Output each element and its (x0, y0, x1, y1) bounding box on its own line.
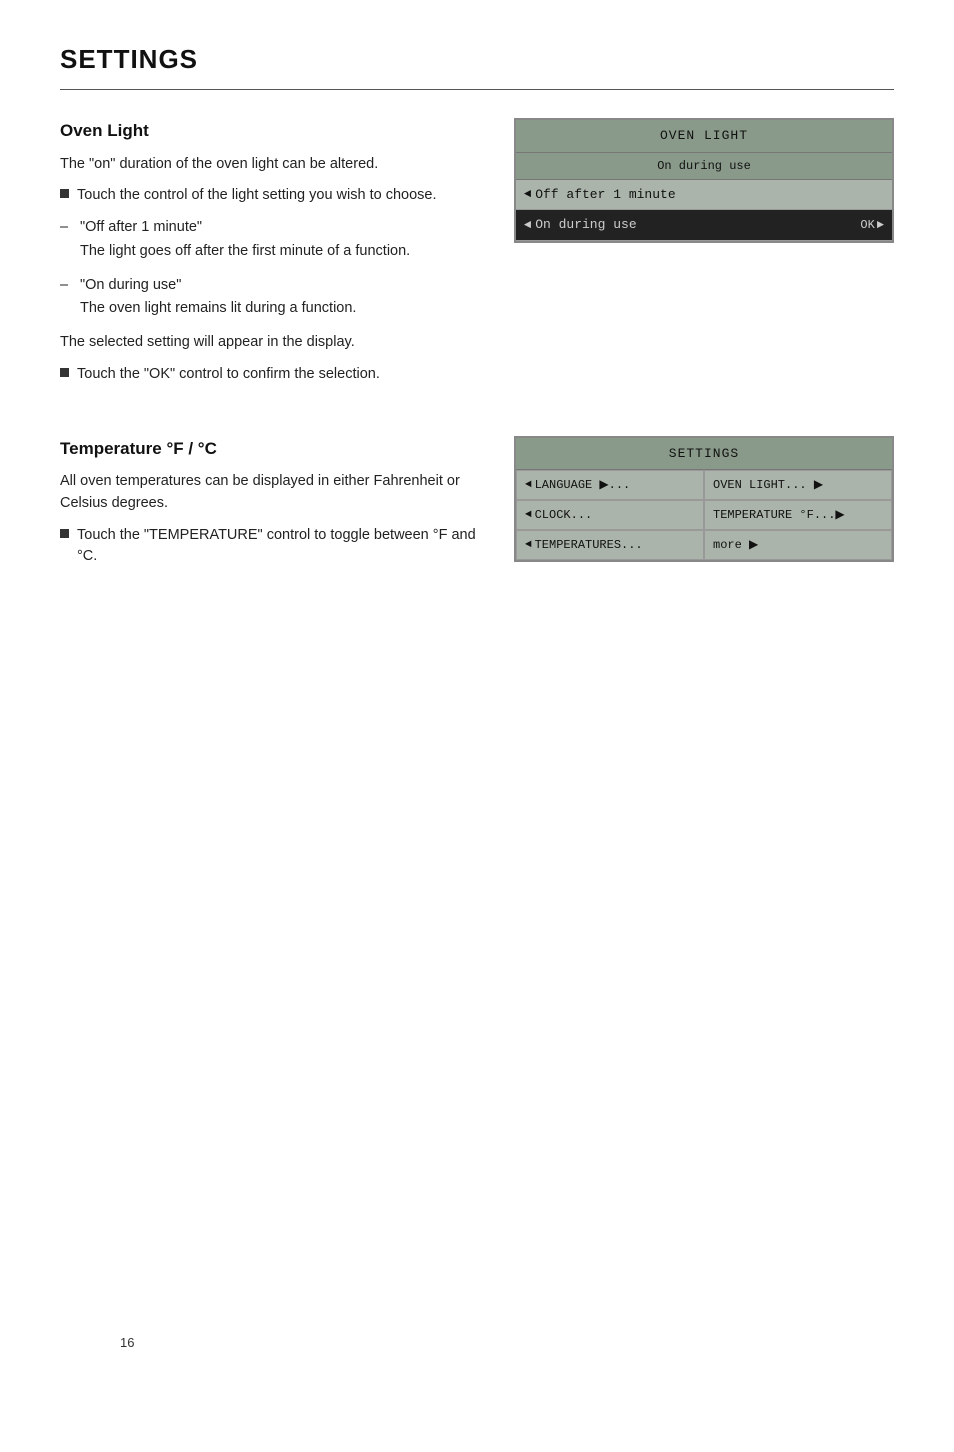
language-arrow-left-icon: ◄ (525, 477, 532, 494)
settings-cell-temperature[interactable]: TEMPERATURE °F...▶ (704, 500, 892, 530)
settings-cell-more[interactable]: more ▶ (704, 530, 892, 560)
oven-light-bullets2: Touch the "OK" control to confirm the se… (60, 364, 484, 386)
temperature-description: All oven temperatures can be displayed i… (60, 471, 484, 515)
settings-cell-oven-light[interactable]: OVEN LIGHT... ▶ (704, 470, 892, 500)
oven-light-label: OVEN LIGHT... ▶ (713, 476, 823, 494)
settings-grid: ◄ LANGUAGE ▶... OVEN LIGHT... ▶ ◄ CLOCK.… (516, 470, 892, 560)
page-title: SETTINGS (60, 40, 894, 79)
oven-light-description: The "on" duration of the oven light can … (60, 154, 484, 176)
oven-light-row1[interactable]: ◄ Off after 1 minute (516, 180, 892, 211)
temperature-bullet1: Touch the "TEMPERATURE" control to toggl… (60, 525, 484, 569)
oven-light-note: The selected setting will appear in the … (60, 332, 484, 354)
settings-cell-temperatures[interactable]: ◄ TEMPERATURES... (516, 530, 704, 560)
oven-light-text-col: Oven Light The "on" duration of the oven… (60, 118, 484, 396)
settings-display-col: SETTINGS ◄ LANGUAGE ▶... OVEN LIGHT... ▶… (514, 436, 894, 579)
row1-text: Off after 1 minute (535, 185, 884, 205)
temperature-label: TEMPERATURE °F...▶ (713, 506, 845, 524)
oven-light-lcd-header: OVEN LIGHT (516, 120, 892, 153)
language-label: LANGUAGE ▶... (535, 476, 631, 494)
oven-light-bullet2: Touch the "OK" control to confirm the se… (60, 364, 484, 386)
oven-light-bullets: Touch the control of the light setting y… (60, 185, 484, 207)
temperature-title: Temperature °F / °C (60, 436, 484, 462)
temperatures-label: TEMPERATURES... (535, 536, 643, 554)
oven-light-display-col: OVEN LIGHT On during use ◄ Off after 1 m… (514, 118, 894, 396)
settings-cell-language[interactable]: ◄ LANGUAGE ▶... (516, 470, 704, 500)
bullet-square-temp-icon (60, 529, 69, 538)
oven-light-lcd-subheader: On during use (516, 153, 892, 180)
bullet-square-icon2 (60, 368, 69, 377)
temperature-section: Temperature °F / °C All oven temperature… (60, 436, 894, 579)
row2-arrow-left-icon: ◄ (524, 216, 531, 234)
bullet-square-icon (60, 189, 69, 198)
oven-light-title: Oven Light (60, 118, 484, 144)
temperature-text-col: Temperature °F / °C All oven temperature… (60, 436, 484, 579)
ok-arrow-right-icon: ► (877, 216, 884, 234)
oven-light-bullet1: Touch the control of the light setting y… (60, 185, 484, 207)
clock-label: CLOCK... (535, 506, 593, 524)
dash-item-off: "Off after 1 minute" The light goes off … (60, 217, 484, 263)
oven-light-section: Oven Light The "on" duration of the oven… (60, 118, 894, 396)
oven-light-row2[interactable]: ◄ On during use OK ► (516, 210, 892, 241)
title-divider (60, 89, 894, 90)
settings-lcd-header: SETTINGS (516, 438, 892, 471)
page-number: 16 (120, 1333, 134, 1353)
dash-item-on: "On during use" The oven light remains l… (60, 275, 484, 321)
oven-light-lcd: OVEN LIGHT On during use ◄ Off after 1 m… (514, 118, 894, 243)
ok-label[interactable]: OK (860, 216, 874, 234)
oven-light-dash-list: "Off after 1 minute" The light goes off … (60, 217, 484, 320)
settings-lcd: SETTINGS ◄ LANGUAGE ▶... OVEN LIGHT... ▶… (514, 436, 894, 563)
temperatures-arrow-left-icon: ◄ (525, 537, 532, 554)
temperature-bullets: Touch the "TEMPERATURE" control to toggl… (60, 525, 484, 569)
row2-text: On during use (535, 215, 860, 235)
settings-cell-clock[interactable]: ◄ CLOCK... (516, 500, 704, 530)
row1-arrow-left-icon: ◄ (524, 185, 531, 203)
clock-arrow-left-icon: ◄ (525, 507, 532, 524)
more-label: more ▶ (713, 536, 758, 554)
